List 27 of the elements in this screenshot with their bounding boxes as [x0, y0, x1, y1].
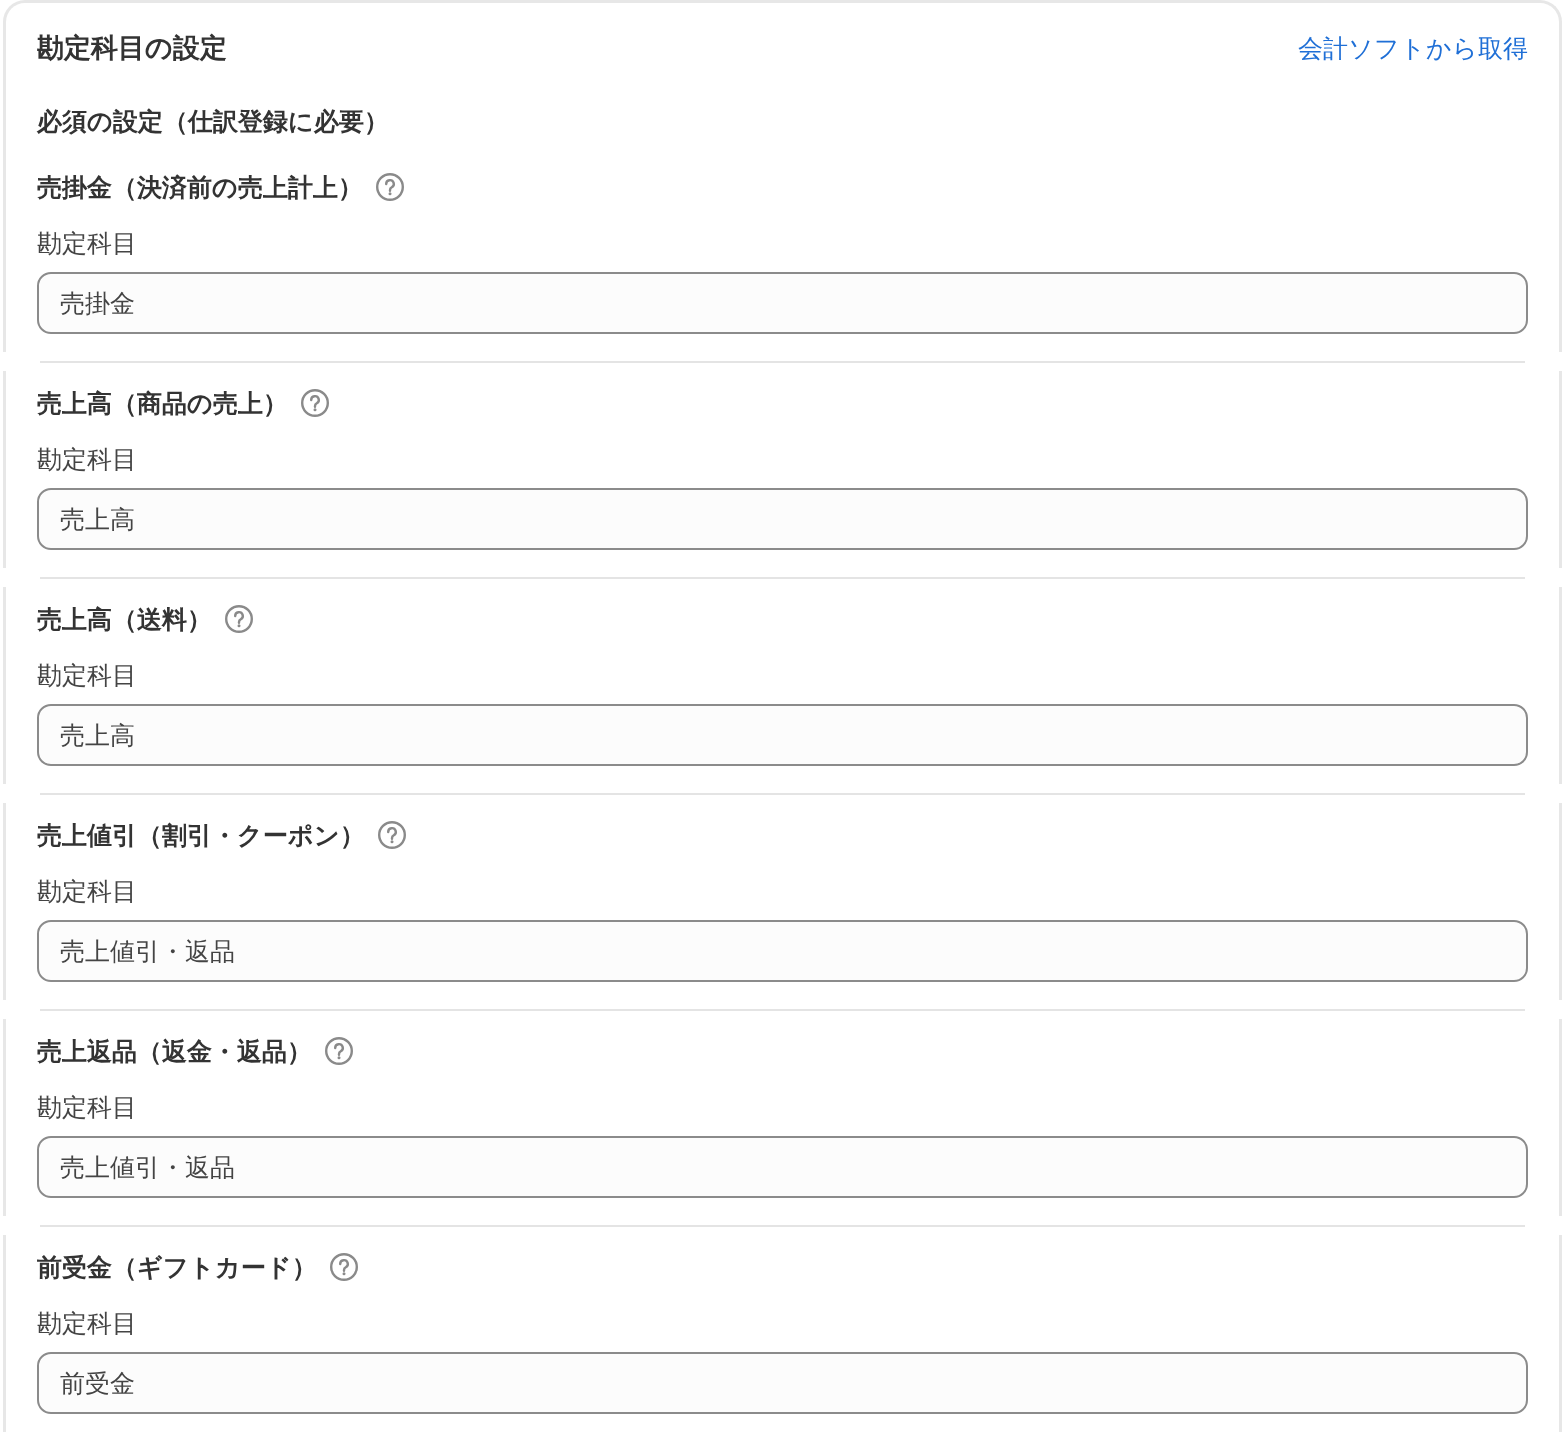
field-label: 勘定科目 — [37, 876, 138, 907]
field-label: 勘定科目 — [37, 1092, 138, 1123]
help-icon[interactable] — [330, 1253, 358, 1281]
account-title: 売上返品（返金・返品） — [37, 1036, 312, 1067]
account-title: 売掛金（決済前の売上計上） — [37, 172, 363, 203]
account-title: 売上高（商品の売上） — [37, 388, 288, 419]
help-icon[interactable] — [301, 389, 329, 417]
help-icon[interactable] — [378, 821, 406, 849]
account-field[interactable]: 売上値引・返品 — [37, 920, 1528, 982]
account-field[interactable]: 売上高 — [37, 488, 1528, 550]
field-label: 勘定科目 — [37, 444, 138, 475]
account-field[interactable]: 売上値引・返品 — [37, 1136, 1528, 1198]
field-label: 勘定科目 — [37, 1308, 138, 1339]
field-label: 勘定科目 — [37, 228, 138, 259]
help-icon[interactable] — [325, 1037, 353, 1065]
account-field[interactable]: 売掛金 — [37, 272, 1528, 334]
card-title: 勘定科目の設定 — [37, 32, 227, 65]
field-label: 勘定科目 — [37, 660, 138, 691]
group-title: 必須の設定（仕訳登録に必要） — [37, 106, 390, 137]
account-title: 前受金（ギフトカード） — [37, 1252, 317, 1283]
account-field[interactable]: 売上高 — [37, 704, 1528, 766]
fetch-link[interactable]: 会計ソフトから取得 — [1298, 31, 1528, 65]
account-title: 売上値引（割引・クーポン） — [37, 820, 365, 851]
account-title: 売上高（送料） — [37, 604, 212, 635]
help-icon[interactable] — [225, 605, 253, 633]
help-icon[interactable] — [376, 173, 404, 201]
account-field[interactable]: 前受金 — [37, 1352, 1528, 1414]
